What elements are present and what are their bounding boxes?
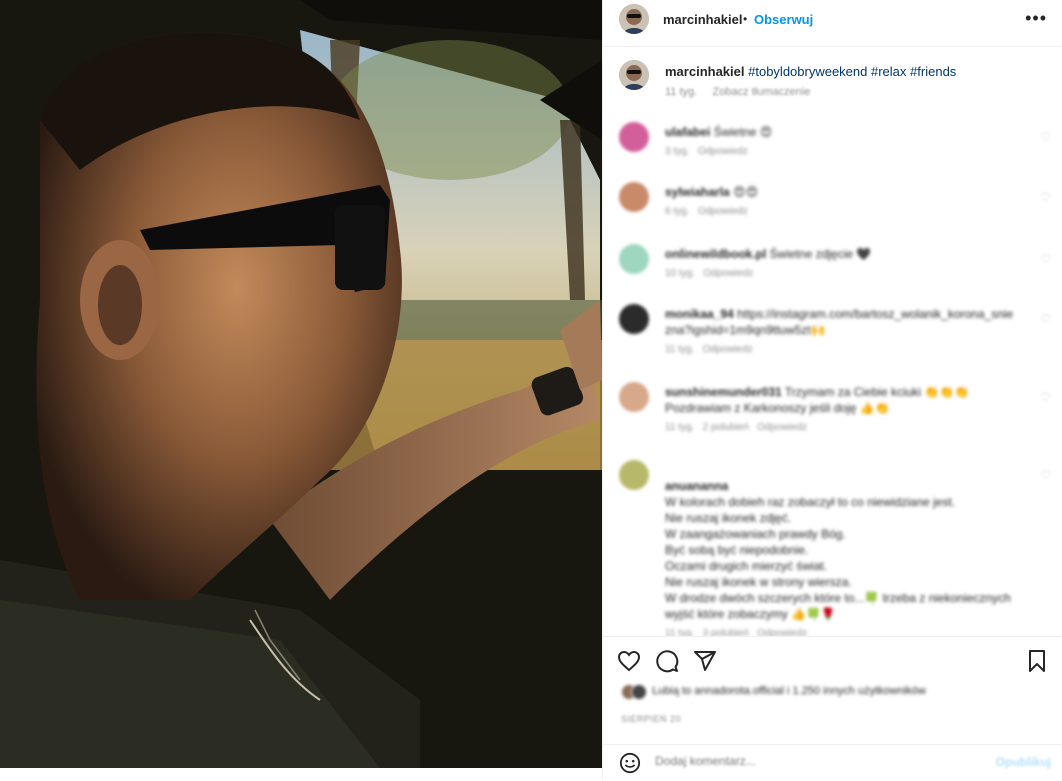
comment-body: monikaa_94 https://instagram.com/bartosz… — [665, 306, 1015, 358]
comment-like-icon[interactable]: ♡ — [1040, 312, 1051, 326]
comment-body: anuananna W kolorach dobieh raz zobaczył… — [665, 462, 1015, 636]
bookmark-icon[interactable] — [1025, 649, 1049, 673]
comment-like-icon[interactable]: ♡ — [1040, 468, 1051, 482]
comment-username[interactable]: monikaa_94 — [665, 307, 734, 321]
comment-text: Świetne 😍 — [713, 125, 773, 139]
comment-time[interactable]: 6 tyg. — [665, 206, 689, 217]
comment-avatar[interactable] — [619, 382, 649, 412]
comment-username[interactable]: anuananna — [665, 479, 728, 493]
comment-avatar[interactable] — [619, 122, 649, 152]
post-header: marcinhakiel • Obserwuj ••• — [603, 0, 1062, 47]
post-comment-button[interactable]: Opublikuj — [996, 755, 1051, 769]
reply-link[interactable]: Odpowiedz — [698, 206, 748, 217]
comment-text: W kolorach dobieh raz zobaczył to co nie… — [665, 495, 1011, 621]
reply-link[interactable]: Odpowiedz — [757, 422, 807, 433]
comment-like-icon[interactable]: ♡ — [1040, 130, 1051, 144]
comment-avatar[interactable] — [619, 460, 649, 490]
translate-link[interactable]: Zobacz tłumaczenie — [713, 86, 811, 98]
comments-list[interactable]: ulafabei Świetne 😍 3 tyg. Odpowiedz ♡ sy… — [603, 108, 1062, 636]
comment-username[interactable]: sylwiaharla — [665, 185, 730, 199]
comment-like-icon[interactable]: ♡ — [1040, 190, 1051, 204]
caption-time[interactable]: 11 tyg. — [665, 86, 697, 98]
post-image — [0, 0, 602, 768]
comment-body: sunshinemunder031 Trzymam za Ciebie kciu… — [665, 384, 1015, 436]
comment-likes[interactable]: 2 polubień — [703, 422, 749, 433]
likers-avatars — [621, 684, 649, 700]
comment-avatar[interactable] — [619, 304, 649, 334]
comment-username[interactable]: ulafabei — [665, 125, 710, 139]
comment-avatar[interactable] — [619, 244, 649, 274]
post-date[interactable]: SIERPIEŃ 20 — [621, 714, 681, 724]
comment-username[interactable]: sunshinemunder031 — [665, 385, 782, 399]
comment-like-icon[interactable]: ♡ — [1040, 390, 1051, 404]
hashtag[interactable]: #friends — [910, 64, 956, 79]
header-username[interactable]: marcinhakiel — [663, 12, 743, 27]
post-photo[interactable] — [0, 0, 602, 768]
comment-body: onlinewildbook.pl Świetne zdjęcie 🖤 10 t… — [665, 246, 1015, 282]
comment-like-icon[interactable]: ♡ — [1040, 252, 1051, 266]
send-icon[interactable] — [693, 649, 717, 673]
post-caption: marcinhakiel #tobyldobryweekend #relax #… — [603, 50, 1062, 102]
comment-time[interactable]: 11 tyg. — [665, 344, 694, 355]
comment-text: Świetne zdjęcie 🖤 — [769, 247, 872, 261]
header-separator: • — [743, 12, 748, 26]
post-actions — [603, 636, 1062, 681]
avatar[interactable] — [619, 4, 649, 34]
comment-time[interactable]: 10 tyg. — [665, 268, 695, 279]
comment-likes[interactable]: 3 polubień — [703, 628, 749, 636]
comment-time[interactable]: 11 tyg. — [665, 628, 694, 636]
hashtag[interactable]: #tobyldobryweekend — [748, 64, 867, 79]
reply-link[interactable]: Odpowiedz — [703, 344, 753, 355]
likes-summary[interactable]: Lubią to annadorota.official i 1.250 inn… — [621, 684, 1051, 700]
caption-avatar[interactable] — [619, 60, 649, 90]
add-comment-input[interactable] — [653, 753, 957, 769]
reply-link[interactable]: Odpowiedz — [703, 268, 753, 279]
heart-icon[interactable] — [617, 649, 641, 673]
comment-time[interactable]: 11 tyg. — [665, 422, 694, 433]
comment-username[interactable]: onlinewildbook.pl — [665, 247, 766, 261]
follow-button[interactable]: Obserwuj — [754, 12, 813, 27]
post-side-panel: marcinhakiel • Obserwuj ••• marcinhakiel… — [602, 0, 1062, 780]
caption-username[interactable]: marcinhakiel — [665, 64, 745, 79]
add-comment-bar: Opublikuj — [603, 744, 1062, 781]
comment-body: ulafabei Świetne 😍 3 tyg. Odpowiedz — [665, 124, 1015, 160]
caption-meta: 11 tyg. Zobacz tłumaczenie — [665, 86, 810, 98]
comment-text: 😍😍 — [733, 185, 759, 199]
emoji-icon[interactable] — [619, 752, 641, 779]
hashtag[interactable]: #relax — [871, 64, 906, 79]
comment-time[interactable]: 3 tyg. — [665, 146, 689, 157]
reply-link[interactable]: Odpowiedz — [698, 146, 748, 157]
comment-body: sylwiaharla 😍😍 6 tyg. Odpowiedz — [665, 184, 1015, 220]
likes-text: Lubią to annadorota.official i 1.250 inn… — [652, 684, 926, 697]
reply-link[interactable]: Odpowiedz — [757, 628, 807, 636]
caption-text: marcinhakiel #tobyldobryweekend #relax #… — [665, 64, 956, 79]
comment-icon[interactable] — [655, 649, 679, 673]
more-options-icon[interactable]: ••• — [1025, 8, 1047, 29]
comment-avatar[interactable] — [619, 182, 649, 212]
